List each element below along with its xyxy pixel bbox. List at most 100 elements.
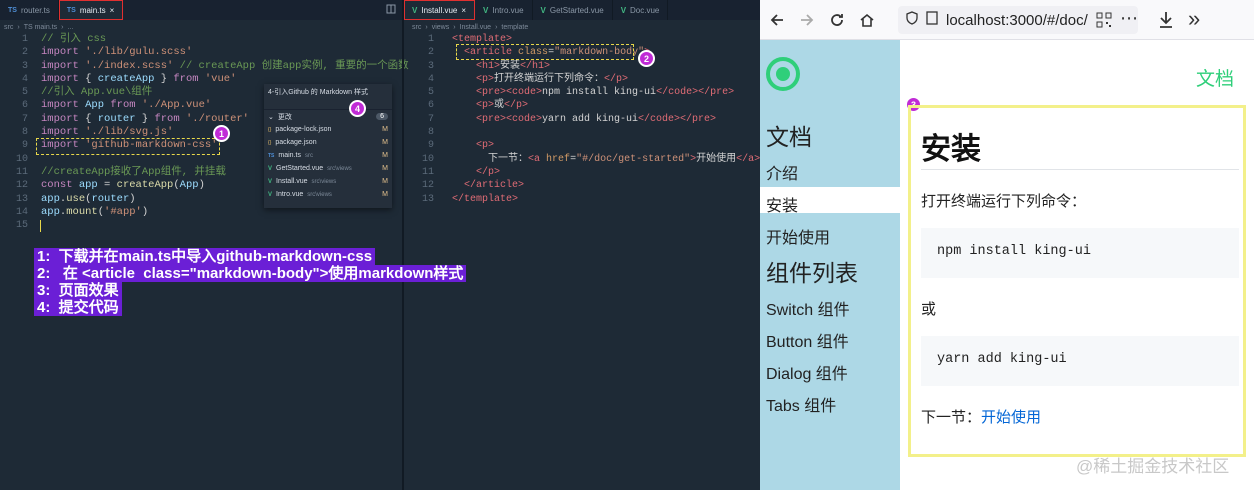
sidebar-heading-docs: 文档 xyxy=(766,124,812,150)
annotation-badge-1: 1 xyxy=(213,125,230,142)
scm-file-row[interactable]: {} package.json M xyxy=(264,136,392,149)
step-notes: 1: 下载并在main.ts中导入github-markdown-css 2: … xyxy=(34,248,467,316)
file-name: package-lock.json xyxy=(275,126,332,133)
scm-file-row[interactable]: V Install.vue src\views M xyxy=(264,175,392,188)
back-arrow-icon[interactable] xyxy=(762,0,792,40)
vue-file-icon: V xyxy=(268,165,273,172)
modified-status: M xyxy=(382,165,388,172)
right-tab-bar: V Install.vue × V Intro.vue V GetStarted… xyxy=(404,0,760,20)
logo-icon[interactable] xyxy=(766,57,800,91)
file-path: src\views xyxy=(307,191,332,198)
scm-file-row[interactable]: V Intro.vue src\views M xyxy=(264,188,392,201)
file-path: src\views xyxy=(311,178,337,185)
close-icon[interactable]: × xyxy=(110,6,115,15)
modified-status: M xyxy=(382,191,388,198)
sidebar-item-intro[interactable]: 介绍 xyxy=(766,160,798,184)
json-file-icon: {} xyxy=(268,126,272,133)
typescript-file-icon: TS xyxy=(8,6,17,14)
note-step-4: 4: 提交代码 xyxy=(34,299,122,316)
file-name: Install.vue xyxy=(276,178,308,185)
reload-icon[interactable] xyxy=(822,0,852,40)
section-label: 更改 xyxy=(277,113,292,121)
tab-install-vue[interactable]: V Install.vue × xyxy=(404,0,476,20)
scm-file-row[interactable]: TS main.ts src M xyxy=(264,149,392,162)
breadcrumb: src › TS main.ts › ... xyxy=(4,23,74,31)
breadcrumb-item[interactable]: Install.vue xyxy=(460,24,492,31)
tab-intro-vue[interactable]: V Intro.vue xyxy=(475,0,533,20)
or-paragraph: 或 xyxy=(921,301,937,318)
sidebar-item-install[interactable]: 安装 xyxy=(766,192,798,216)
annotation-badge-2: 2 xyxy=(638,50,655,67)
typescript-file-icon: TS xyxy=(66,6,76,14)
file-name: GetStarted.vue xyxy=(276,165,324,172)
modified-status: M xyxy=(382,178,388,185)
tab-router-ts[interactable]: TS router.ts xyxy=(0,0,59,20)
changes-section-header[interactable]: ⌄ 更改 6 xyxy=(264,110,392,123)
typescript-file-icon: TS xyxy=(268,152,275,159)
changes-count-badge: 6 xyxy=(376,113,388,120)
json-file-icon: {} xyxy=(268,139,272,146)
code-block-yarn: yarn add king-ui xyxy=(921,336,1239,386)
chevron-down-icon: ⌄ xyxy=(268,113,274,121)
sidebar-item-tabs[interactable]: Tabs 组件 xyxy=(766,392,836,416)
split-editor-icon[interactable] xyxy=(386,4,396,16)
browser-toolbar: localhost:3000/#/doc/ ⋯ » xyxy=(760,0,1254,40)
left-tab-bar: TS router.ts TS main.ts × xyxy=(0,0,402,20)
qr-code-icon[interactable] xyxy=(1096,12,1112,33)
tab-label: Install.vue xyxy=(421,5,458,15)
chevron-double-right-icon[interactable]: » xyxy=(1188,6,1200,32)
vue-file-icon: V xyxy=(540,5,546,15)
tab-label: Doc.vue xyxy=(630,5,660,15)
line-number-gutter: 1 2 3 4 5 6 7 8 9 10 11 12 13 14 15 xyxy=(15,34,28,232)
vue-file-icon: V xyxy=(483,5,489,15)
vue-file-icon: V xyxy=(268,191,273,198)
file-name: package.json xyxy=(275,139,317,146)
vue-file-icon: V xyxy=(620,5,627,15)
breadcrumb: src › views › Install.vue › template xyxy=(412,23,529,31)
sidebar-item-button[interactable]: Button 组件 xyxy=(766,328,849,352)
breadcrumb-item[interactable]: template xyxy=(501,24,528,31)
shield-icon[interactable] xyxy=(906,11,918,29)
home-icon[interactable] xyxy=(852,0,882,40)
sidebar-item-switch[interactable]: Switch 组件 xyxy=(766,296,850,320)
more-dots-icon[interactable]: ⋯ xyxy=(1120,8,1138,29)
page-icon[interactable] xyxy=(926,11,938,29)
commit-message[interactable]: 4-引入Github 的 Markdown 样式 xyxy=(264,84,392,110)
next-section-paragraph: 下一节：开始使用 xyxy=(921,406,1041,427)
tab-label: router.ts xyxy=(20,5,50,15)
download-icon[interactable] xyxy=(1158,11,1174,34)
scm-file-row[interactable]: V GetStarted.vue src\views M xyxy=(264,162,392,175)
tab-main-ts[interactable]: TS main.ts × xyxy=(58,0,124,20)
code-block-npm: npm install king-ui xyxy=(921,228,1239,278)
highlight-article-box xyxy=(456,44,634,60)
file-name: Intro.vue xyxy=(276,191,304,198)
sidebar: 文档 介绍 安装 开始使用 组件列表 Switch 组件 Button 组件 D… xyxy=(760,40,900,490)
breadcrumb-item[interactable]: src xyxy=(412,24,421,31)
scm-file-row[interactable]: {} package-lock.json M xyxy=(264,123,392,136)
breadcrumb-item[interactable]: views xyxy=(432,24,450,31)
breadcrumb-item[interactable]: ... xyxy=(67,24,73,31)
editor-divider[interactable] xyxy=(402,0,404,490)
breadcrumb-item[interactable]: src xyxy=(4,24,13,31)
note-step-3: 3: 页面效果 xyxy=(34,282,122,299)
title-divider xyxy=(921,169,1239,170)
vue-file-icon: V xyxy=(268,178,273,185)
sidebar-item-get-started[interactable]: 开始使用 xyxy=(766,224,830,248)
url-text[interactable]: localhost:3000/#/doc/ xyxy=(946,12,1088,29)
annotation-badge-4: 4 xyxy=(349,100,366,117)
get-started-link[interactable]: 开始使用 xyxy=(981,409,1041,426)
forward-arrow-icon[interactable] xyxy=(792,0,822,40)
sidebar-item-dialog[interactable]: Dialog 组件 xyxy=(766,360,848,384)
modified-status: M xyxy=(382,152,388,159)
next-section-label: 下一节： xyxy=(921,409,982,426)
close-icon[interactable]: × xyxy=(461,6,466,15)
tab-label: GetStarted.vue xyxy=(549,5,604,15)
tab-doc-vue[interactable]: V Doc.vue xyxy=(613,0,669,20)
top-nav-docs-link[interactable]: 文档 xyxy=(1196,64,1234,91)
tab-getstarted-vue[interactable]: V GetStarted.vue xyxy=(533,0,613,20)
line-number-gutter: 1 2 3 4 5 6 7 8 9 10 11 12 13 xyxy=(421,34,434,205)
breadcrumb-item[interactable]: TS main.ts xyxy=(24,24,57,31)
highlight-import-box xyxy=(36,138,220,155)
file-path: src\views xyxy=(327,165,352,172)
sidebar-heading-components: 组件列表 xyxy=(766,260,858,286)
